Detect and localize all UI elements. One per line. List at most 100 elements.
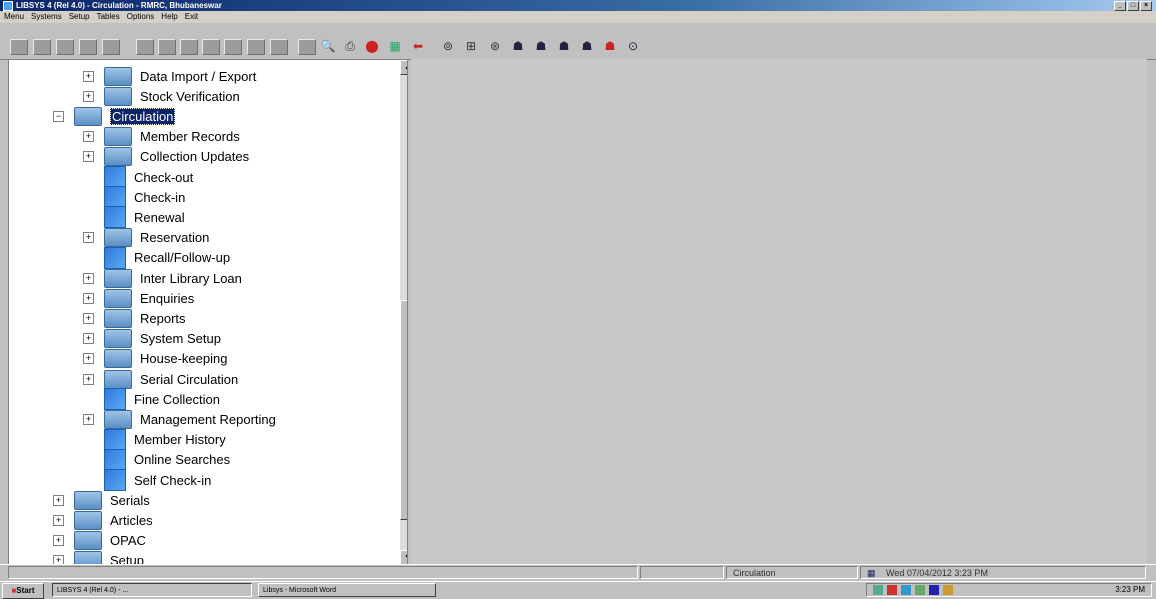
expand-icon[interactable]: + — [83, 151, 94, 163]
chart-icon[interactable] — [180, 39, 198, 55]
folder-icon — [104, 329, 132, 349]
book-icon — [104, 186, 126, 209]
tray-network-icon[interactable] — [873, 585, 883, 595]
tree-item-opac[interactable]: + OPAC — [53, 531, 146, 551]
tree-item-house-keeping[interactable]: + House-keeping — [83, 349, 227, 369]
tree-item-check-in[interactable]: Check-in — [83, 186, 185, 209]
expand-icon[interactable]: + — [83, 353, 94, 365]
expand-icon[interactable]: + — [83, 312, 94, 324]
task-libsys[interactable]: LIBSYS 4 (Rel 4.0) - ... — [52, 583, 252, 597]
folder-icon — [104, 228, 132, 248]
menu-setup[interactable]: Setup — [69, 12, 90, 21]
tree-item-reports[interactable]: + Reports — [83, 308, 186, 328]
task-word[interactable]: Libsys - Microsoft Word — [258, 583, 436, 597]
member-icon[interactable]: ☗ — [510, 39, 526, 53]
scroll-down-button[interactable]: ▼ — [400, 550, 407, 565]
new-icon[interactable] — [10, 39, 28, 55]
menu-menu[interactable]: Menu — [4, 12, 24, 21]
help-icon[interactable]: ⊙ — [625, 39, 641, 53]
expand-icon[interactable]: + — [83, 232, 94, 244]
tree-item-serial-circulation[interactable]: + Serial Circulation — [83, 369, 238, 389]
title-bar: LIBSYS 4 (Rel 4.0) - Circulation - RMRC,… — [0, 0, 1156, 11]
maximize-button[interactable]: □ — [1127, 1, 1139, 11]
refresh-icon[interactable] — [224, 39, 242, 55]
tree-item-recall-follow-up[interactable]: Recall/Follow-up — [83, 246, 230, 269]
tree-item-inter-library-loan[interactable]: + Inter Library Loan — [83, 268, 242, 288]
member-history-icon[interactable]: ☗ — [579, 39, 595, 53]
user-group-icon[interactable]: ⊛ — [487, 39, 503, 53]
tray-volume-icon[interactable] — [901, 585, 911, 595]
expand-icon[interactable]: + — [53, 514, 64, 526]
grid-icon[interactable] — [136, 39, 154, 55]
user-search-icon[interactable]: ⊚ — [440, 39, 456, 53]
export-icon[interactable] — [247, 39, 265, 55]
menu-help[interactable]: Help — [161, 12, 177, 21]
tree-item-collection-updates[interactable]: + Collection Updates — [83, 147, 249, 167]
tree-item-management-reporting[interactable]: + Management Reporting — [83, 409, 276, 429]
book-icon — [104, 448, 126, 471]
tree-item-check-out[interactable]: Check-out — [83, 166, 193, 188]
expand-icon[interactable]: + — [83, 90, 94, 102]
printer-icon[interactable]: ⎙ — [342, 39, 358, 53]
start-button[interactable]: ■Start — [2, 583, 44, 599]
scroll-up-button[interactable]: ▲ — [400, 60, 407, 75]
back-arrow-icon[interactable]: ⬅ — [410, 39, 426, 53]
calculator-icon[interactable]: ▦ — [387, 39, 403, 53]
image-icon[interactable] — [270, 39, 288, 55]
list-icon[interactable] — [158, 39, 176, 55]
tree-item-member-records[interactable]: + Member Records — [83, 127, 240, 147]
tree-item-renewal[interactable]: Renewal — [83, 206, 185, 229]
expand-icon[interactable]: + — [83, 373, 94, 385]
book-icon — [104, 246, 126, 269]
tray-language-icon[interactable] — [929, 585, 939, 595]
scroll-thumb[interactable] — [400, 300, 407, 520]
open-icon[interactable] — [33, 39, 51, 55]
tree-item-self-check-in[interactable]: Self Check-in — [83, 469, 211, 491]
tree-item-articles[interactable]: + Articles — [53, 510, 153, 530]
folder-icon — [104, 268, 132, 288]
tree-item-reservation[interactable]: + Reservation — [83, 228, 209, 248]
expand-icon[interactable]: + — [83, 70, 94, 82]
member-edit-icon[interactable]: ☗ — [556, 39, 572, 53]
folder-icon — [104, 66, 132, 86]
members-icon[interactable]: ☗ — [533, 39, 549, 53]
member-delete-icon[interactable]: ☗ — [602, 39, 618, 53]
expand-icon[interactable]: + — [83, 333, 94, 345]
tree-item-data-import-export[interactable]: + Data Import / Export — [83, 66, 256, 86]
tree-item-serials[interactable]: + Serials — [53, 490, 150, 510]
menu-tables[interactable]: Tables — [97, 12, 120, 21]
tree-item-fine-collection[interactable]: Fine Collection — [83, 388, 220, 411]
copy-icon[interactable] — [102, 39, 120, 55]
tray-app-icon[interactable] — [915, 585, 925, 595]
tree-item-enquiries[interactable]: + Enquiries — [83, 288, 194, 308]
tree-item-circulation[interactable]: − Circulation — [53, 106, 176, 126]
expand-icon[interactable]: + — [83, 272, 94, 284]
record-icon[interactable] — [298, 39, 316, 55]
expand-icon[interactable]: + — [53, 494, 64, 506]
tray-update-icon[interactable] — [943, 585, 953, 595]
tray-antivirus-icon[interactable] — [887, 585, 897, 595]
folder-icon — [74, 490, 102, 510]
menu-systems[interactable]: Systems — [31, 12, 62, 21]
expand-icon[interactable]: + — [83, 131, 94, 143]
print-preview-icon[interactable] — [79, 39, 97, 55]
save-icon[interactable] — [56, 39, 74, 55]
menu-options[interactable]: Options — [127, 12, 155, 21]
minimize-button[interactable]: _ — [1114, 1, 1126, 11]
tree-item-label: Serials — [110, 492, 150, 508]
tree-scrollbar[interactable]: ▲ ▼ — [400, 60, 407, 565]
stop-icon[interactable]: ⬤ — [364, 39, 380, 53]
user-list-icon[interactable]: ⊞ — [463, 39, 479, 53]
tree-item-member-history[interactable]: Member History — [83, 428, 226, 451]
collapse-icon[interactable]: − — [53, 110, 64, 122]
expand-icon[interactable]: + — [83, 413, 94, 425]
tree-item-system-setup[interactable]: + System Setup — [83, 329, 221, 349]
close-button[interactable]: × — [1140, 1, 1152, 11]
expand-icon[interactable]: + — [53, 535, 64, 547]
report-icon[interactable] — [202, 39, 220, 55]
tree-item-stock-verification[interactable]: + Stock Verification — [83, 86, 240, 106]
search-icon[interactable]: 🔍 — [320, 39, 336, 53]
menu-exit[interactable]: Exit — [185, 12, 198, 21]
tree-item-online-searches[interactable]: Online Searches — [83, 448, 230, 471]
expand-icon[interactable]: + — [83, 292, 94, 304]
